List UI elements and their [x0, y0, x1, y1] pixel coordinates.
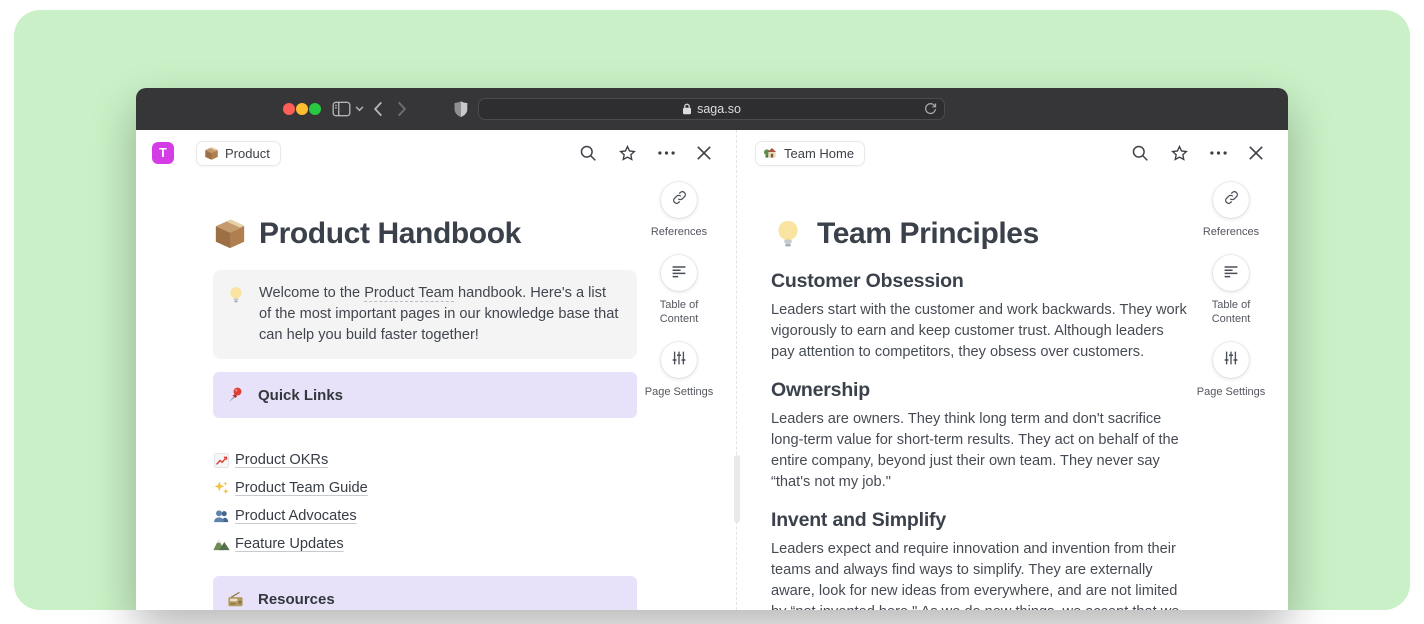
breadcrumb[interactable]: Team Home — [755, 141, 865, 166]
product-handbook-article: Product Handbook Welcome t — [213, 214, 637, 610]
breadcrumb-label: Team Home — [784, 146, 854, 161]
section-heading: Ownership — [771, 378, 1191, 403]
quick-links-section-banner[interactable]: Quick Links — [213, 372, 637, 418]
minimize-window-button[interactable] — [296, 103, 308, 115]
sliders-icon — [1223, 350, 1239, 371]
mountain-icon — [213, 536, 230, 553]
shield-privacy-icon[interactable] — [454, 101, 468, 118]
close-pane-icon[interactable] — [696, 145, 712, 161]
callout-text: Welcome to the Product Team handbook. He… — [259, 283, 621, 346]
references-button[interactable] — [1213, 182, 1249, 218]
close-pane-icon[interactable] — [1248, 145, 1264, 161]
busts-in-silhouette-icon — [213, 508, 230, 525]
browser-window: saga.so — [136, 88, 1288, 610]
favorite-star-icon[interactable] — [618, 144, 637, 163]
back-button[interactable] — [373, 101, 383, 117]
page-settings-button[interactable] — [661, 342, 697, 378]
pane-team-principles: Team Home — [737, 130, 1288, 610]
welcome-callout: Welcome to the Product Team handbook. He… — [213, 270, 637, 359]
screenshot-stage: saga.so — [0, 0, 1424, 624]
more-options-icon[interactable] — [1210, 151, 1227, 155]
references-label: References — [651, 225, 707, 239]
section-paragraph: Leaders start with the customer and work… — [771, 300, 1191, 363]
page-link[interactable]: Product Advocates — [213, 507, 637, 525]
page-settings-label: Page Settings — [1197, 385, 1266, 399]
page-title: Team Principles — [771, 214, 1191, 254]
resources-section-banner[interactable]: Resources — [213, 576, 637, 610]
link-icon — [671, 189, 688, 211]
house-with-garden-icon — [763, 146, 778, 161]
forward-button[interactable] — [397, 101, 407, 117]
section-heading: Customer Obsession — [771, 269, 1191, 294]
light-bulb-icon — [226, 285, 246, 346]
team-principles-article: Team Principles Customer Obsession Leade… — [771, 214, 1191, 610]
sparkles-icon — [213, 480, 230, 497]
quick-links-list: Product OKRs Product Team Guide — [213, 451, 637, 553]
package-icon — [204, 146, 219, 161]
left-pane-tools: References Table of Content — [644, 182, 714, 415]
url-text: saga.so — [697, 102, 741, 116]
inline-page-reference[interactable]: Product Team — [364, 285, 454, 302]
lock-icon — [682, 103, 692, 115]
reload-icon[interactable] — [924, 102, 937, 119]
search-icon[interactable] — [1131, 144, 1149, 162]
sliders-icon — [671, 350, 687, 371]
page-settings-label: Page Settings — [645, 385, 714, 399]
chart-increasing-icon — [213, 452, 230, 469]
link-icon — [1223, 189, 1240, 211]
left-pane-scrollbar[interactable] — [734, 455, 740, 523]
sidebar-toggle-icon[interactable] — [332, 101, 351, 117]
sidebar-chevron-down-icon[interactable] — [355, 106, 364, 112]
left-pane-header: T Product — [136, 130, 736, 176]
close-window-button[interactable] — [283, 103, 295, 115]
right-pane-header: Team Home — [737, 130, 1288, 176]
package-icon — [213, 217, 247, 251]
page-link[interactable]: Feature Updates — [213, 535, 637, 553]
table-of-content-label: Table of Content — [1196, 298, 1266, 326]
light-bulb-icon — [771, 217, 805, 251]
page-link[interactable]: Product Team Guide — [213, 479, 637, 497]
pane-product-handbook: T Product — [136, 130, 737, 610]
section-paragraph: Leaders are owners. They think long term… — [771, 409, 1191, 493]
pushpin-icon — [226, 386, 245, 405]
radio-icon — [226, 590, 245, 609]
browser-titlebar: saga.so — [136, 88, 1288, 130]
breadcrumb[interactable]: Product — [196, 141, 281, 166]
section-paragraph: Leaders expect and require innovation an… — [771, 539, 1191, 610]
saga-split-view: T Product — [136, 130, 1288, 610]
breadcrumb-label: Product — [225, 146, 270, 161]
table-of-content-label: Table of Content — [644, 298, 714, 326]
search-icon[interactable] — [579, 144, 597, 162]
table-of-content-button[interactable] — [661, 255, 697, 291]
zoom-window-button[interactable] — [309, 103, 321, 115]
favorite-star-icon[interactable] — [1170, 144, 1189, 163]
references-label: References — [1203, 225, 1259, 239]
page-link[interactable]: Product OKRs — [213, 451, 637, 469]
list-lines-icon — [1223, 263, 1239, 284]
list-lines-icon — [671, 263, 687, 284]
page-settings-button[interactable] — [1213, 342, 1249, 378]
page-title: Product Handbook — [213, 214, 637, 254]
workspace-avatar[interactable]: T — [152, 142, 174, 164]
references-button[interactable] — [661, 182, 697, 218]
right-pane-tools: References Table of Content — [1196, 182, 1266, 415]
more-options-icon[interactable] — [658, 151, 675, 155]
table-of-content-button[interactable] — [1213, 255, 1249, 291]
section-heading: Invent and Simplify — [771, 508, 1191, 533]
url-bar[interactable]: saga.so — [478, 98, 945, 120]
